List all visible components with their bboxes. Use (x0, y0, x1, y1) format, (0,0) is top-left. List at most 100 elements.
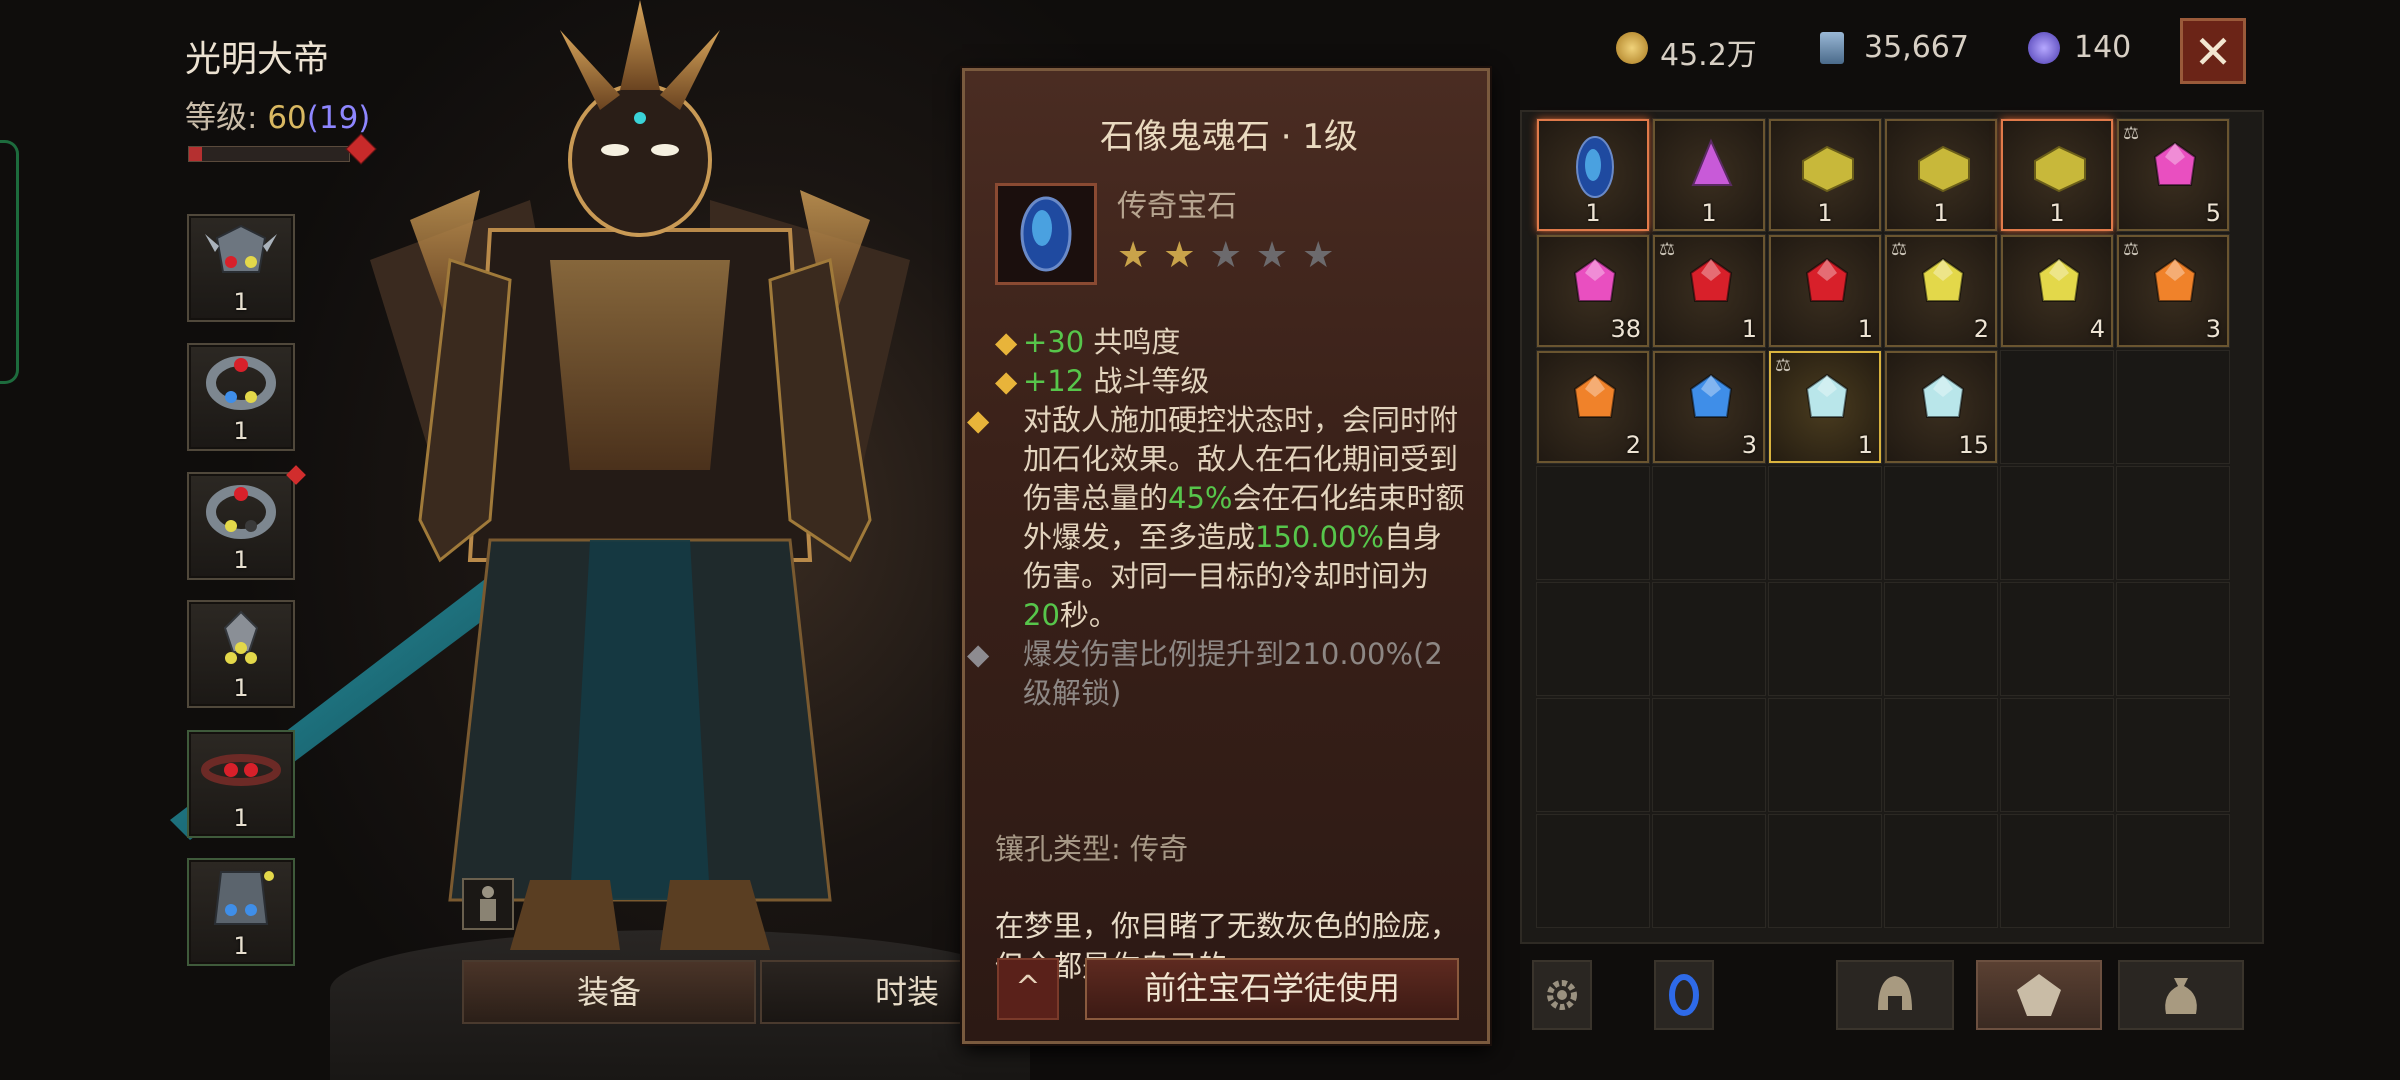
inventory-item-amethyst[interactable]: ⚖ 5 (2117, 119, 2229, 231)
slot-count: 1 (233, 804, 249, 832)
blue-portal-icon (1669, 974, 1699, 1016)
paragon-value: (19) (306, 100, 371, 136)
inventory-item-amethyst[interactable]: 38 (1537, 235, 1649, 347)
slot-count: 1 (233, 417, 249, 445)
inventory-item-gold-block[interactable]: 1 (2001, 119, 2113, 231)
diamond-gem-icon (1805, 373, 1849, 418)
platinum-icon (1820, 32, 1844, 64)
inventory-empty-cell (1652, 698, 1766, 812)
inventory-empty-cell (2000, 698, 2114, 812)
inventory-item-amber[interactable]: 2 (1537, 351, 1649, 463)
gem-category-tab[interactable] (1976, 960, 2102, 1030)
inventory-empty-cell (1768, 582, 1882, 696)
socket-type: 镶孔类型: 传奇 (995, 832, 1188, 866)
gem-inventory-grid: 1 1 1 1 1 ⚖ 5 38 ⚖ 1 1 ⚖ 2 4 ⚖ 3 2 3 ⚖ 1 15 (1520, 110, 2264, 944)
item-quantity: 1 (2049, 199, 2065, 227)
character-level: 等级: 60(19) (185, 92, 370, 137)
gold-block-gem-icon (1918, 145, 1970, 193)
diamond-gem-icon (1921, 373, 1965, 418)
locked-effect-text: ◆ 爆发伤害比例提升到210.00%(2级解锁) (967, 637, 1443, 710)
ring-socket-icon (206, 485, 276, 539)
inventory-empty-cell (1536, 814, 1650, 928)
helmet-category-tab[interactable] (1836, 960, 1954, 1030)
ring-slot-2[interactable]: 1 (187, 465, 306, 580)
inventory-empty-cell (2000, 582, 2114, 696)
goto-jeweler-button[interactable]: 前往宝石学徒使用 (1085, 958, 1459, 1020)
inventory-item-topaz[interactable]: 4 (2001, 235, 2113, 347)
inventory-empty-cell (1768, 466, 1882, 580)
inventory-empty-cell (2000, 814, 2114, 928)
star-empty-icon: ★ (1209, 235, 1242, 276)
item-quantity: 1 (1857, 315, 1873, 343)
item-quantity: 1 (1701, 199, 1717, 227)
attr-combat-level: ◆ +12 战斗等级 (995, 362, 1465, 401)
level-label: 等级: (185, 100, 268, 136)
item-quantity: 5 (2205, 199, 2221, 227)
inventory-item-amber[interactable]: ⚖ 3 (2117, 235, 2229, 347)
inventory-empty-cell (2000, 350, 2114, 464)
star-filled-icon: ★ (1117, 235, 1150, 276)
locked-scale-icon: ⚖ (2123, 239, 2140, 260)
level-value: 60 (267, 100, 307, 136)
inventory-item-diamond[interactable]: 15 (1885, 351, 1997, 463)
settings-gear-button[interactable] (1532, 960, 1592, 1030)
amulet-slot[interactable]: 1 (187, 600, 295, 708)
sapphire-gem-icon (1689, 373, 1733, 418)
gold-coin-icon (1616, 32, 1648, 64)
screen-edge-indicator (0, 140, 19, 384)
gem-tooltip: 石像鬼魂石 · 1级 传奇宝石 ★ ★ ★ ★ ★ ◆ +30 共鸣度 ◆ +12 … (962, 68, 1490, 1044)
helm-socket-icon (205, 224, 277, 273)
portal-button[interactable] (1654, 960, 1714, 1030)
attr-resonance: ◆ +30 共鸣度 (995, 323, 1465, 362)
gold-amount: 45.2万 (1660, 38, 1757, 73)
chest-slot[interactable]: 1 (187, 858, 295, 966)
inventory-item-ruby[interactable]: 1 (1769, 235, 1881, 347)
figure-icon (480, 886, 496, 921)
inventory-empty-cell (2116, 466, 2230, 580)
item-quantity: 38 (1610, 315, 1641, 343)
item-quantity: 2 (1625, 431, 1641, 459)
helm-gem-slot[interactable]: 1 (187, 214, 295, 322)
collapse-button[interactable]: ^ (997, 958, 1059, 1020)
belt-socket-icon (201, 754, 281, 786)
bag-category-icon (2165, 978, 2197, 1014)
amethyst-gem-icon (1573, 257, 1617, 302)
item-quantity: 1 (1585, 199, 1601, 227)
item-quantity: 4 (2089, 315, 2105, 343)
experience-fill (189, 147, 202, 161)
transmog-figure-icon[interactable] (462, 878, 514, 930)
ring-slot-1[interactable]: 1 (187, 343, 295, 451)
platinum-amount: 35,667 (1864, 30, 1969, 65)
bag-category-tab[interactable] (2118, 960, 2244, 1030)
close-button[interactable]: ✕ (2180, 18, 2246, 84)
amber-gem-icon (1573, 373, 1617, 418)
item-quantity: 3 (2205, 315, 2221, 343)
locked-diamond-icon: ◆ (967, 637, 990, 671)
gem-rank-stars: ★ ★ ★ ★ ★ (1117, 235, 1334, 276)
topaz-gem-icon (1921, 257, 1965, 302)
item-quantity: 1 (1817, 199, 1833, 227)
legendary-gem-icon (1020, 196, 1072, 272)
experience-bar (188, 146, 350, 162)
star-filled-icon: ★ (1163, 235, 1196, 276)
inventory-item-topaz[interactable]: ⚖ 2 (1885, 235, 1997, 347)
orb-amount: 140 (2074, 30, 2132, 65)
belt-slot[interactable]: 1 (187, 730, 295, 838)
ring-socket-icon (206, 356, 276, 410)
inventory-item-ruby[interactable]: ⚖ 1 (1653, 235, 1765, 347)
ruby-gem-icon (1689, 257, 1733, 302)
tab-equipment[interactable]: 装备 (462, 960, 756, 1024)
inventory-item-diamond[interactable]: ⚖ 1 (1769, 351, 1881, 463)
inventory-item-pink-crystal[interactable]: 1 (1653, 119, 1765, 231)
amber-gem-icon (2153, 257, 2197, 302)
inventory-item-gold-block[interactable]: 1 (1769, 119, 1881, 231)
item-quantity: 15 (1958, 431, 1989, 459)
bullet-diamond-icon: ◆ (995, 325, 1018, 359)
inventory-item-legendary-blue[interactable]: 1 (1537, 119, 1649, 231)
inventory-empty-cell (1652, 582, 1766, 696)
inventory-empty-cell (1884, 466, 1998, 580)
gold-block-gem-icon (2034, 145, 2086, 193)
inventory-item-sapphire[interactable]: 3 (1653, 351, 1765, 463)
inventory-item-gold-block[interactable]: 1 (1885, 119, 1997, 231)
helmet-category-icon (1878, 976, 1912, 1010)
